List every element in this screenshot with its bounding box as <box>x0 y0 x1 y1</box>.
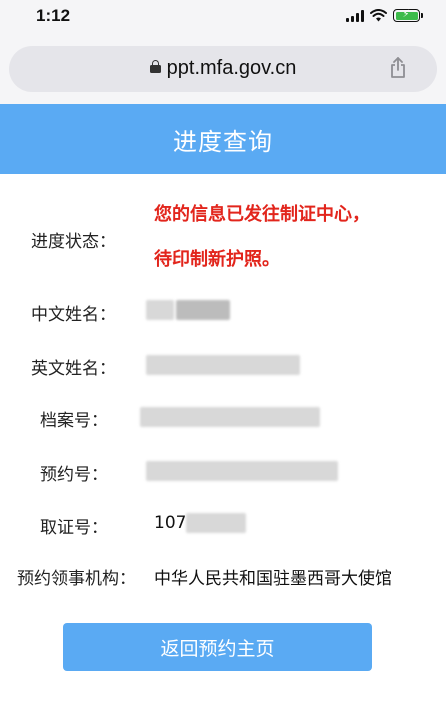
progress-details: 进度状态： 您的信息已发往制证中心， 待印制新护照。 中文姓名： 英文姓名： 档… <box>0 174 446 718</box>
share-icon[interactable] <box>389 57 407 79</box>
file-number-redacted <box>140 407 320 427</box>
status-label: 进度状态： <box>31 232 116 252</box>
browser-toolbar: ppt.mfa.gov.cn <box>0 36 446 104</box>
file-number-label: 档案号： <box>40 411 108 431</box>
appointment-number-redacted <box>146 461 338 481</box>
row-file-number: 档案号： <box>0 404 446 434</box>
chinese-name-redacted <box>146 300 174 320</box>
page-header: 进度查询 <box>0 104 446 174</box>
pickup-number-value: 107 <box>154 513 187 533</box>
row-consulate: 预约领事机构： 中华人民共和国驻墨西哥大使馆 <box>0 562 446 592</box>
lock-icon <box>149 60 161 73</box>
battery-charging-icon <box>393 9 423 22</box>
status-time: 1:12 <box>36 6 71 25</box>
status-icons <box>346 9 423 22</box>
url-bar[interactable]: ppt.mfa.gov.cn <box>9 46 437 92</box>
english-name-label: 英文姓名： <box>31 359 116 379</box>
pickup-number-redacted <box>186 513 246 533</box>
status-message-line2: 待印制新护照。 <box>154 249 280 270</box>
consulate-value: 中华人民共和国驻墨西哥大使馆 <box>154 569 392 589</box>
url-text: ppt.mfa.gov.cn <box>166 57 297 79</box>
back-to-appointment-home-button[interactable]: 返回预约主页 <box>63 623 372 671</box>
appointment-number-label: 预约号： <box>40 465 108 485</box>
chinese-name-label: 中文姓名： <box>31 305 116 325</box>
url-display[interactable]: ppt.mfa.gov.cn <box>9 57 437 80</box>
row-chinese-name: 中文姓名： <box>0 298 446 328</box>
row-appointment-number: 预约号： <box>0 458 446 488</box>
wifi-icon <box>370 9 387 22</box>
pickup-number-label: 取证号： <box>40 518 108 538</box>
consulate-label: 预约领事机构： <box>17 569 136 589</box>
row-english-name: 英文姓名： <box>0 352 446 382</box>
page-title: 进度查询 <box>173 127 273 156</box>
row-status: 进度状态： 您的信息已发往制证中心， 待印制新护照。 <box>0 194 446 284</box>
status-bar: 1:12 <box>0 0 446 36</box>
status-message-line1: 您的信息已发往制证中心， <box>154 204 370 225</box>
chinese-name-redacted-2 <box>176 300 230 320</box>
signal-icon <box>346 9 364 22</box>
english-name-redacted <box>146 355 300 375</box>
row-pickup-number: 取证号： 107 <box>0 510 446 540</box>
